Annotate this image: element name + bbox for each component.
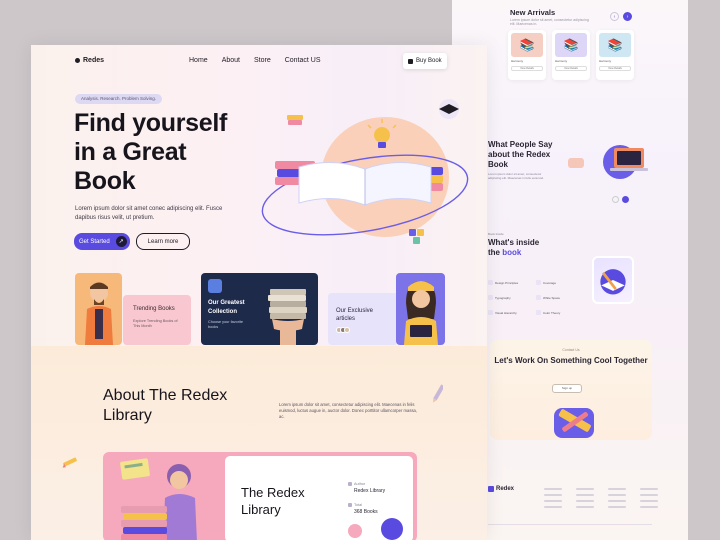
buy-book-button[interactable]: Buy Book bbox=[403, 53, 447, 69]
cta-tag: Contact Us bbox=[562, 348, 580, 352]
learn-more-button[interactable]: Learn more bbox=[136, 233, 190, 250]
footer-divider bbox=[488, 524, 652, 525]
brand-logo[interactable]: Redes bbox=[75, 57, 104, 64]
cta-section: Contact Us Let's Work On Something Cool … bbox=[490, 340, 652, 440]
reader-avatars bbox=[336, 327, 350, 333]
view-details-button[interactable]: View Details bbox=[511, 66, 543, 71]
testimonials-body: Lorem ipsum dolor sit amet, consectetur … bbox=[488, 172, 544, 180]
collection-subtitle: Choose your favorite books bbox=[208, 320, 244, 329]
library-card-body: The Redex Library Author Redex Library T… bbox=[225, 456, 413, 540]
trending-title: Trending Books bbox=[133, 306, 175, 312]
feature-item: Coverage bbox=[536, 280, 584, 285]
inside-title-accent: book bbox=[502, 248, 522, 257]
nav-link-contact[interactable]: Contact US bbox=[285, 57, 321, 64]
total-value: 368 Books bbox=[354, 509, 378, 515]
cta-title: Let's Work On Something Cool Together bbox=[494, 356, 648, 365]
hero-subtitle: Lorem ipsum dolor sit amet conec adipisc… bbox=[75, 206, 223, 221]
nav-link-about[interactable]: About bbox=[222, 57, 240, 64]
about-description: Lorem ipsum dolor sit amet, consectetur … bbox=[279, 402, 418, 419]
bag-icon bbox=[408, 58, 413, 64]
total-label: Total bbox=[348, 503, 385, 507]
main-nav: Home About Store Contact US bbox=[189, 57, 321, 64]
view-details-button[interactable]: View Details bbox=[555, 66, 587, 71]
collection-icon bbox=[208, 279, 222, 293]
trending-books-card[interactable]: Trending Books Explore Trending Books of… bbox=[75, 273, 191, 345]
new-arrivals-list: 📚 Harmony View Details 📚 Harmony View De… bbox=[508, 30, 634, 80]
girl-reading-illustration bbox=[404, 281, 438, 345]
library-card[interactable]: The Redex Library Author Redex Library T… bbox=[103, 452, 417, 540]
small-book-stack bbox=[287, 115, 303, 125]
landing-page: Redes Home About Store Contact US Buy Bo… bbox=[31, 45, 487, 540]
exclusive-articles-card[interactable]: Our Exclusive articles bbox=[328, 293, 398, 345]
reading-girl-card bbox=[396, 273, 445, 345]
feature-item: Visual Hierarchy bbox=[488, 310, 536, 315]
pencil-icon bbox=[433, 384, 443, 403]
open-book-illustration bbox=[261, 99, 469, 244]
get-started-label: Get Started bbox=[79, 238, 110, 245]
decor-circle-purple bbox=[381, 518, 403, 540]
author-label: Author bbox=[348, 482, 385, 486]
author-value: Redex Library bbox=[354, 488, 386, 494]
chevron-left-icon[interactable]: ‹ bbox=[610, 12, 619, 21]
library-meta: Author Redex Library Total 368 Books bbox=[348, 482, 385, 524]
about-title: About The Redex Library bbox=[103, 387, 228, 424]
book-cover-image: 📚 bbox=[599, 33, 631, 57]
testimonials-title: What People Say about the Redex Book bbox=[488, 140, 553, 169]
blocks-decoration bbox=[409, 229, 424, 244]
book-card[interactable]: 📚 Harmony View Details bbox=[508, 30, 546, 80]
carousel-arrows: ‹ › bbox=[610, 12, 632, 21]
trending-card-image bbox=[75, 273, 122, 345]
chevron-right-icon[interactable]: › bbox=[623, 12, 632, 21]
woman-with-books-illustration bbox=[120, 458, 197, 540]
footer-columns bbox=[544, 488, 658, 512]
laptop-illustration bbox=[603, 145, 648, 179]
hand-holding-books-image bbox=[268, 289, 307, 345]
feature-item: Design Principles bbox=[488, 280, 536, 285]
signup-button[interactable]: Sign up bbox=[552, 384, 582, 393]
nav-link-home[interactable]: Home bbox=[189, 57, 208, 64]
testimonial-pagination[interactable] bbox=[612, 196, 629, 203]
feature-item: Color Theory bbox=[536, 310, 584, 315]
about-section: About The Redex Library Lorem ipsum dolo… bbox=[31, 346, 487, 540]
book-card[interactable]: 📚 Harmony View Details bbox=[596, 30, 634, 80]
logo-icon bbox=[75, 58, 80, 63]
new-arrivals-subtitle: Lorem ipsum dolor sit amet, consectetur … bbox=[510, 18, 589, 26]
book-cover-image: 📚 bbox=[511, 33, 543, 57]
graduation-cap bbox=[439, 99, 459, 119]
nav-link-store[interactable]: Store bbox=[254, 57, 271, 64]
ruler-pencil-illustration bbox=[554, 408, 594, 438]
inside-tag: Book Inside bbox=[488, 232, 504, 236]
view-details-button[interactable]: View Details bbox=[599, 66, 631, 71]
library-card-title: The Redex Library bbox=[241, 485, 305, 517]
decor-circle-pink bbox=[348, 524, 362, 538]
feature-item: White Space bbox=[536, 295, 584, 300]
exclusive-title: Our Exclusive articles bbox=[336, 308, 374, 322]
brand-name: Redes bbox=[83, 57, 105, 64]
buy-book-label: Buy Book bbox=[416, 58, 442, 64]
arrow-up-right-icon: ↗ bbox=[115, 236, 127, 247]
book-card[interactable]: 📚 Harmony View Details bbox=[552, 30, 590, 80]
hero-tagline: Analysis. Research. Problem Solving. bbox=[75, 94, 163, 104]
inside-feature-list: Design Principles Coverage Typography Wh… bbox=[488, 280, 584, 315]
crayon-icon bbox=[62, 457, 77, 468]
trending-subtitle: Explore Trending Books of This Month bbox=[133, 319, 178, 328]
collection-card[interactable]: Our Greatest Collection Choose your favo… bbox=[201, 273, 318, 345]
book-cover-image: 📚 bbox=[555, 33, 587, 57]
inside-title: What's inside the book bbox=[488, 238, 548, 258]
new-arrivals-title: New Arrivals bbox=[510, 8, 556, 17]
testimonial-nav-button[interactable] bbox=[568, 158, 584, 168]
footer-logo[interactable]: Redex bbox=[488, 486, 514, 492]
book-card-title: Harmony bbox=[511, 59, 524, 63]
book-card-title: Harmony bbox=[599, 59, 612, 63]
get-started-button[interactable]: Get Started ↗ bbox=[74, 233, 130, 250]
book-inside-illustration bbox=[592, 256, 634, 304]
back-page-preview: New Arrivals Lorem ipsum dolor sit amet,… bbox=[452, 0, 688, 540]
hero-title: Find yourself in a Great Book bbox=[74, 109, 228, 195]
book-card-title: Harmony bbox=[555, 59, 568, 63]
man-pointing-illustration bbox=[85, 282, 113, 345]
feature-item: Typography bbox=[488, 295, 536, 300]
collection-title: Our Greatest Collection bbox=[208, 300, 245, 315]
